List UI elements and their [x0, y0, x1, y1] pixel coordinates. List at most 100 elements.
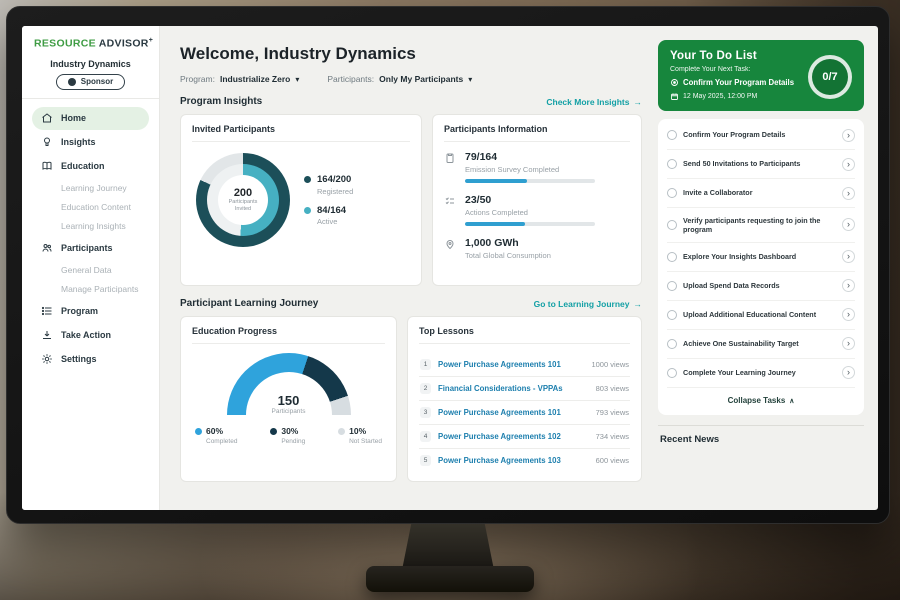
chevron-right-icon[interactable]: ›	[842, 279, 855, 292]
lesson-row[interactable]: 1 Power Purchase Agreements 101 1000 vie…	[419, 353, 630, 377]
link-label: Go to Learning Journey	[534, 299, 630, 309]
legend-label: Completed	[206, 438, 237, 445]
lesson-row[interactable]: 5 Power Purchase Agreements 103 600 view…	[419, 449, 630, 472]
legend-label: Active	[317, 217, 346, 226]
sidebar-item-learning-journey[interactable]: Learning Journey	[32, 179, 149, 198]
sidebar-item-insights[interactable]: Insights	[32, 131, 149, 154]
book-icon	[41, 160, 53, 172]
chevron-right-icon[interactable]: ›	[842, 250, 855, 263]
chevron-right-icon[interactable]: ›	[842, 187, 855, 200]
legend-item-not-started: 10% Not Started	[338, 426, 382, 445]
section-title: Program Insights	[180, 96, 262, 107]
chevron-right-icon[interactable]: ›	[842, 218, 855, 231]
lesson-rank: 2	[420, 383, 431, 394]
task-item[interactable]: Explore Your Insights Dashboard ›	[667, 243, 855, 272]
calendar-icon	[670, 92, 679, 101]
chevron-down-icon[interactable]: ▾	[468, 75, 472, 84]
sidebar-item-learning-insights[interactable]: Learning Insights	[32, 217, 149, 236]
sidebar-item-manage-participants[interactable]: Manage Participants	[32, 280, 149, 299]
lesson-views: 600 views	[596, 456, 629, 465]
task-checkbox[interactable]	[667, 368, 677, 378]
legend-label: Pending	[281, 438, 305, 445]
task-item[interactable]: Achieve One Sustainability Target ›	[667, 330, 855, 359]
lesson-link[interactable]: Power Purchase Agreements 101	[438, 360, 584, 369]
legend-dot	[338, 428, 345, 435]
task-item[interactable]: Complete Your Learning Journey ›	[667, 359, 855, 388]
legend-value: 164/200	[317, 174, 353, 185]
lesson-row[interactable]: 4 Power Purchase Agreements 102 734 view…	[419, 425, 630, 449]
chevron-down-icon[interactable]: ▾	[295, 75, 299, 84]
lesson-row[interactable]: 2 Financial Considerations - VPPAs 803 v…	[419, 377, 630, 401]
participants-information-card: Participants Information 79/164 Emission…	[432, 114, 642, 286]
task-checkbox[interactable]	[667, 159, 677, 169]
go-to-learning-journey-link[interactable]: Go to Learning Journey →	[534, 299, 642, 309]
sidebar-item-general-data[interactable]: General Data	[32, 261, 149, 280]
education-legend: 60% Completed 30% Pending 10% Not Starte…	[192, 426, 385, 445]
people-icon	[41, 242, 53, 254]
stat-label: Total Global Consumption	[465, 251, 551, 260]
stat-label: Actions Completed	[465, 208, 595, 217]
task-item[interactable]: Invite a Collaborator ›	[667, 179, 855, 208]
collapse-tasks-button[interactable]: Collapse Tasks∧	[667, 388, 855, 412]
chevron-right-icon[interactable]: ›	[842, 158, 855, 171]
chevron-right-icon[interactable]: ›	[842, 337, 855, 350]
stat-value: 1,000 GWh	[465, 237, 551, 249]
monitor-stand-base	[366, 566, 534, 592]
lesson-link[interactable]: Power Purchase Agreements 102	[438, 432, 589, 441]
legend-value: 84/164	[317, 205, 346, 216]
task-checkbox[interactable]	[667, 281, 677, 291]
task-item[interactable]: Verify participants requesting to join t…	[667, 208, 855, 243]
list-icon	[41, 305, 53, 317]
task-checkbox[interactable]	[667, 252, 677, 262]
task-checkbox[interactable]	[667, 220, 677, 230]
task-item[interactable]: Upload Spend Data Records ›	[667, 272, 855, 301]
task-label: Confirm Your Program Details	[683, 130, 836, 139]
sidebar-item-take-action[interactable]: Take Action	[32, 324, 149, 347]
chevron-up-icon: ∧	[789, 398, 794, 405]
location-pin-icon	[444, 238, 456, 252]
arrow-right-icon: →	[634, 97, 643, 107]
sidebar-item-program[interactable]: Program	[32, 300, 149, 323]
task-checkbox[interactable]	[667, 339, 677, 349]
task-checkbox[interactable]	[667, 310, 677, 320]
sidebar-item-home[interactable]: Home	[32, 107, 149, 130]
recent-news-title: Recent News	[660, 434, 862, 445]
sidebar-item-settings[interactable]: Settings	[32, 348, 149, 371]
task-item[interactable]: Upload Additional Educational Content ›	[667, 301, 855, 330]
chevron-right-icon[interactable]: ›	[842, 308, 855, 321]
task-checkbox[interactable]	[667, 188, 677, 198]
task-item[interactable]: Send 50 Invitations to Participants ›	[667, 150, 855, 179]
task-checkbox[interactable]	[667, 130, 677, 140]
learning-journey-section-header: Participant Learning Journey Go to Learn…	[180, 298, 642, 309]
todo-task-list: Confirm Your Program Details › Send 50 I…	[658, 119, 864, 415]
lesson-views: 793 views	[596, 408, 629, 417]
task-item[interactable]: Confirm Your Program Details ›	[667, 121, 855, 150]
lesson-link[interactable]: Power Purchase Agreements 101	[438, 408, 589, 417]
home-icon	[41, 112, 53, 124]
sponsor-badge[interactable]: Sponsor	[56, 74, 125, 90]
clipboard-icon	[444, 152, 456, 166]
participants-filter[interactable]: Participants: Only My Participants ▾	[327, 74, 472, 84]
lesson-row[interactable]: 3 Power Purchase Agreements 101 793 view…	[419, 401, 630, 425]
chevron-right-icon[interactable]: ›	[842, 366, 855, 379]
sidebar-item-participants[interactable]: Participants	[32, 237, 149, 260]
task-label: Complete Your Learning Journey	[683, 368, 836, 377]
checklist-icon	[444, 195, 456, 209]
chevron-right-icon[interactable]: ›	[842, 129, 855, 142]
legend-value: 30%	[281, 426, 298, 436]
sidebar-item-education-content[interactable]: Education Content	[32, 198, 149, 217]
lesson-link[interactable]: Financial Considerations - VPPAs	[438, 384, 589, 393]
sidebar-item-education[interactable]: Education	[32, 155, 149, 178]
page-title: Welcome, Industry Dynamics	[180, 44, 642, 64]
legend-value: 60%	[206, 426, 223, 436]
check-more-insights-link[interactable]: Check More Insights →	[546, 97, 642, 107]
sidebar: RESOURCE ADVISOR+ Industry Dynamics Spon…	[22, 26, 160, 510]
card-title: Education Progress	[192, 326, 385, 344]
sidebar-item-label: Participants	[61, 243, 113, 253]
invited-legend: 164/200 Registered 84/164 Active	[304, 165, 353, 235]
lesson-views: 1000 views	[591, 360, 629, 369]
task-label: Upload Additional Educational Content	[683, 310, 836, 319]
legend-label: Not Started	[349, 438, 382, 445]
program-filter[interactable]: Program: Industrialize Zero ▾	[180, 74, 299, 84]
lesson-link[interactable]: Power Purchase Agreements 103	[438, 456, 589, 465]
